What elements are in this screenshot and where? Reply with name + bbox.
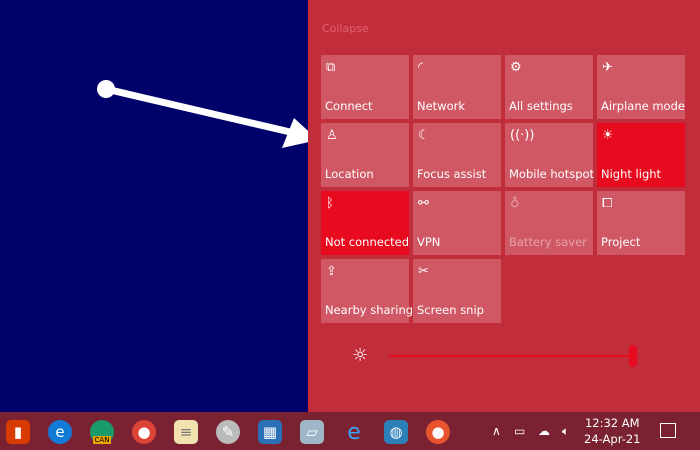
chrome-icon[interactable]: ● — [132, 420, 156, 444]
tile-label: VPN — [417, 235, 441, 249]
collapse-link[interactable]: Collapse — [322, 22, 369, 35]
app-cube-icon[interactable]: ▦ — [258, 420, 282, 444]
tile-label: Focus assist — [417, 167, 487, 181]
volume-icon[interactable]: 🔈︎ — [562, 424, 569, 439]
tile-label: Night light — [601, 167, 662, 181]
chevron-up-icon[interactable]: ∧ — [492, 424, 501, 438]
tile-label: Location — [325, 167, 374, 181]
location-icon: ♙ — [326, 128, 338, 143]
tile-screen-snip[interactable]: ✂ Screen snip — [413, 259, 501, 323]
paint-icon[interactable]: ✎ — [216, 420, 240, 444]
tile-network[interactable]: ◜ Network — [413, 55, 501, 119]
tile-label: Screen snip — [417, 303, 484, 317]
brightness-icon: ☼ — [352, 345, 369, 366]
internet-explorer-icon[interactable]: e — [342, 420, 366, 445]
moon-icon: ☾ — [418, 128, 430, 143]
screen-snip-icon: ✂ — [418, 264, 429, 279]
bluetooth-icon: ᛒ — [326, 196, 334, 211]
cloud-icon[interactable]: ☁ — [538, 424, 550, 438]
vpn-icon: ⚯ — [418, 196, 429, 211]
canary-badge: CAN — [92, 436, 112, 444]
edge-icon[interactable]: e — [48, 420, 72, 444]
tile-nearby-sharing[interactable]: ⇪ Nearby sharing — [321, 259, 413, 323]
tile-vpn[interactable]: ⚯ VPN — [413, 191, 501, 255]
notepad-scroll-icon[interactable]: ≡ — [174, 420, 198, 444]
tile-focus-assist[interactable]: ☾ Focus assist — [413, 123, 501, 187]
network-icon: ◜ — [418, 60, 424, 75]
tile-mobile-hotspot[interactable]: ((·)) Mobile hotspot — [505, 123, 595, 187]
tile-connect[interactable]: ⧉ Connect — [321, 55, 409, 119]
project-icon: ⧠ — [602, 196, 613, 211]
office-icon[interactable]: ▮ — [6, 420, 30, 444]
airplane-icon: ✈ — [602, 60, 613, 75]
brightness-slider-thumb[interactable] — [629, 345, 637, 367]
clock-time: 12:32 AM — [584, 416, 640, 430]
tile-label: Network — [417, 99, 466, 113]
tile-label: Connect — [325, 99, 373, 113]
tile-airplane-mode[interactable]: ✈ Airplane mode — [597, 55, 685, 119]
gear-icon: ⚙ — [510, 60, 522, 75]
taskbar: ▮ e CAN ● ≡ ✎ ▦ ▱ e ◍ ● ∧ ▭ ☁ 🔈︎ 12:32 A… — [0, 412, 700, 450]
tile-label: Mobile hotspot — [509, 167, 595, 181]
tile-not-connected[interactable]: ᛒ Not connected — [321, 191, 409, 255]
tile-label: Nearby sharing — [325, 303, 414, 317]
night-light-icon: ☀ — [602, 128, 614, 143]
tile-label: Battery saver — [509, 235, 587, 249]
tile-label: Not connected — [325, 235, 410, 249]
notification-icon[interactable] — [660, 423, 676, 438]
tile-label: Project — [601, 235, 641, 249]
tile-all-settings[interactable]: ⚙ All settings — [505, 55, 593, 119]
power-icon[interactable]: ▭ — [514, 424, 525, 438]
tile-project[interactable]: ⧠ Project — [597, 191, 685, 255]
nearby-sharing-icon: ⇪ — [326, 264, 337, 279]
battery-saver-icon: ♁ — [510, 196, 520, 211]
hotspot-icon: ((·)) — [510, 128, 535, 143]
tile-location[interactable]: ♙ Location — [321, 123, 409, 187]
edge-canary-icon[interactable]: CAN — [90, 420, 114, 444]
browser-globe-icon[interactable]: ◍ — [384, 420, 408, 444]
connect-icon: ⧉ — [326, 60, 336, 75]
tile-label: All settings — [509, 99, 573, 113]
tile-label: Airplane mode — [601, 99, 685, 113]
tile-night-light[interactable]: ☀ Night light — [597, 123, 685, 187]
maps-pin-icon[interactable]: ● — [426, 420, 450, 444]
clock-date: 24-Apr-21 — [584, 432, 641, 446]
tile-battery-saver[interactable]: ♁ Battery saver — [505, 191, 593, 255]
brightness-slider[interactable] — [389, 355, 633, 357]
notes-icon[interactable]: ▱ — [300, 420, 324, 444]
action-center-panel: Collapse ⧉ Connect ◜ Network ⚙ All settings ✈ A… — [308, 0, 700, 412]
clock[interactable]: 12:32 AM 24-Apr-21 — [584, 415, 640, 447]
annotation-arrow — [97, 80, 318, 148]
